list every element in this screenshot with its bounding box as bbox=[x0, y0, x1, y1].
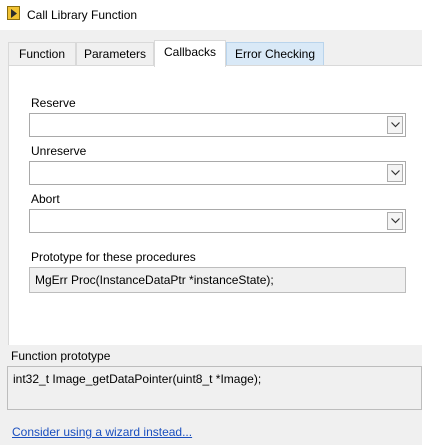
window-title: Call Library Function bbox=[27, 8, 138, 22]
unreserve-label: Unreserve bbox=[31, 144, 87, 158]
reserve-dropdown-button[interactable] bbox=[387, 116, 403, 134]
reserve-combobox[interactable] bbox=[29, 113, 406, 137]
tab-parameters[interactable]: Parameters bbox=[76, 42, 154, 66]
chevron-down-icon bbox=[391, 170, 400, 176]
tab-strip: Function Parameters Callbacks Error Chec… bbox=[0, 40, 422, 67]
function-prototype-label: Function prototype bbox=[11, 349, 111, 363]
chevron-down-icon bbox=[391, 218, 400, 224]
tab-error-checking[interactable]: Error Checking bbox=[226, 42, 324, 66]
reserve-label: Reserve bbox=[31, 96, 76, 110]
abort-label: Abort bbox=[31, 192, 60, 206]
unreserve-dropdown-button[interactable] bbox=[387, 164, 403, 182]
tab-callbacks[interactable]: Callbacks bbox=[154, 40, 226, 67]
tab-function[interactable]: Function bbox=[8, 42, 76, 66]
chevron-down-icon bbox=[391, 122, 400, 128]
callback-prototype-display: MgErr Proc(InstanceDataPtr *instanceStat… bbox=[29, 267, 406, 293]
title-bar: Call Library Function bbox=[0, 0, 422, 30]
abort-combobox[interactable] bbox=[29, 209, 406, 233]
function-prototype-display: int32_t Image_getDataPointer(uint8_t *Im… bbox=[7, 366, 422, 410]
labview-vi-icon bbox=[7, 6, 20, 20]
wizard-link[interactable]: Consider using a wizard instead... bbox=[12, 425, 192, 439]
abort-dropdown-button[interactable] bbox=[387, 212, 403, 230]
callback-prototype-label: Prototype for these procedures bbox=[31, 250, 196, 264]
unreserve-combobox[interactable] bbox=[29, 161, 406, 185]
